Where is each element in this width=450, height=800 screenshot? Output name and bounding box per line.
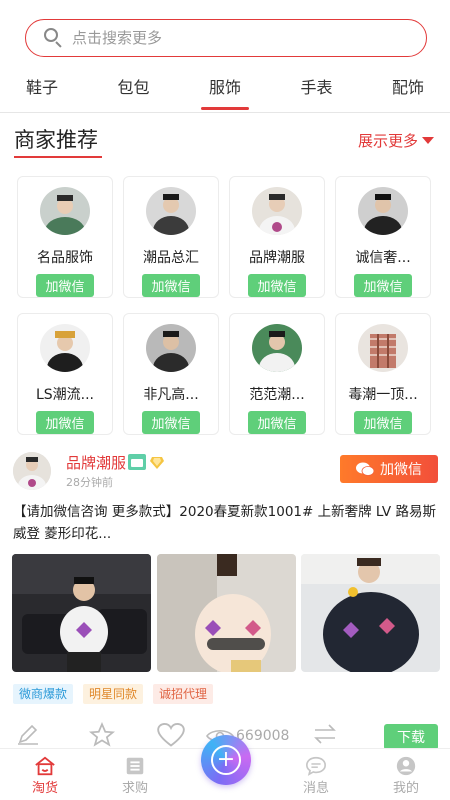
- add-wechat-button[interactable]: 加微信: [142, 411, 200, 435]
- merchant-name: 品牌潮服: [249, 249, 305, 266]
- tab-watches[interactable]: 手表: [300, 72, 332, 110]
- merchant-card[interactable]: 名品服饰 加微信: [17, 176, 113, 298]
- tab-bags[interactable]: 包包: [117, 72, 149, 110]
- search-input[interactable]: [72, 29, 392, 47]
- heart-icon[interactable]: [157, 722, 185, 748]
- avatar: [40, 187, 90, 235]
- merchant-name: 潮品总汇: [143, 249, 199, 266]
- wechat-icon: [356, 462, 374, 476]
- tag[interactable]: 微商爆款: [13, 684, 74, 704]
- share-icon[interactable]: [312, 722, 338, 746]
- nav-label: 消息: [302, 781, 329, 796]
- add-wechat-button[interactable]: 加微信: [36, 411, 94, 435]
- search-icon: [42, 26, 66, 50]
- nav-item-home[interactable]: 淘货: [15, 755, 75, 796]
- plus-icon: +: [211, 745, 241, 775]
- views-count: 669008: [236, 728, 290, 744]
- merchant-card[interactable]: 品牌潮服 加微信: [229, 176, 325, 298]
- post-time: 28分钟前: [66, 476, 113, 489]
- nav-item-messages[interactable]: 消息: [286, 755, 346, 796]
- star-icon[interactable]: [89, 722, 115, 748]
- merchant-name: 范范潮...: [249, 386, 305, 403]
- nav-label: 淘货: [31, 781, 58, 796]
- category-tabs: 鞋子 包包 服饰 手表 配饰: [0, 72, 450, 110]
- add-wechat-button[interactable]: 加微信: [142, 274, 200, 298]
- user-icon: [396, 756, 416, 776]
- merchant-name: LS潮流...: [35, 386, 95, 403]
- merchant-card[interactable]: 毒潮一顶... 加微信: [335, 313, 431, 435]
- download-button[interactable]: 下载: [384, 724, 438, 750]
- nav-label: 我的: [392, 781, 419, 796]
- message-icon: [306, 756, 326, 776]
- avatar: [252, 324, 302, 372]
- post-add-wechat-button[interactable]: 加微信: [340, 455, 438, 483]
- nav-item-request[interactable]: 求购: [105, 755, 165, 796]
- tab-shoes[interactable]: 鞋子: [26, 72, 58, 110]
- shop-badge-icon: [128, 454, 146, 470]
- avatar: [252, 187, 302, 235]
- post-text: 【请加微信咨询 更多款式】2020春夏新款1001# 上新奢牌 LV 路易斯威登…: [13, 504, 436, 542]
- tab-accessories[interactable]: 配饰: [392, 72, 424, 110]
- avatar: [146, 187, 196, 235]
- post-add-wechat-label: 加微信: [380, 462, 422, 478]
- post-shop-name[interactable]: 品牌潮服: [66, 452, 126, 473]
- merchant-card[interactable]: 诚信奢... 加微信: [335, 176, 431, 298]
- add-wechat-button[interactable]: 加微信: [354, 411, 412, 435]
- publish-button[interactable]: +: [201, 735, 251, 785]
- tag[interactable]: 诚招代理: [153, 684, 214, 704]
- avatar: [40, 324, 90, 372]
- merchant-name: 诚信奢...: [355, 249, 411, 266]
- merchant-name: 非凡高...: [143, 386, 199, 403]
- avatar: [146, 324, 196, 372]
- caret-down-icon: [422, 137, 434, 144]
- post-image[interactable]: [301, 554, 440, 672]
- home-icon: [35, 756, 55, 776]
- avatar: [358, 324, 408, 372]
- nav-label: 求购: [121, 781, 148, 796]
- nav-item-profile[interactable]: 我的: [376, 755, 436, 796]
- post-image[interactable]: [12, 554, 151, 672]
- merchant-grid: 名品服饰 加微信 潮品总汇 加微信 品牌潮服 加微信 诚信奢... 加微信 LS…: [17, 176, 435, 435]
- merchant-card[interactable]: 非凡高... 加微信: [123, 313, 219, 435]
- merchant-card[interactable]: 潮品总汇 加微信: [123, 176, 219, 298]
- show-more-label: 展示更多: [357, 132, 418, 150]
- merchant-card[interactable]: 范范潮... 加微信: [229, 313, 325, 435]
- add-wechat-button[interactable]: 加微信: [354, 274, 412, 298]
- merchant-card[interactable]: LS潮流... 加微信: [17, 313, 113, 435]
- post-images: [12, 554, 440, 672]
- add-wechat-button[interactable]: 加微信: [36, 274, 94, 298]
- edit-icon[interactable]: [16, 722, 40, 746]
- avatar: [358, 187, 408, 235]
- list-icon: [126, 757, 144, 775]
- section-title: 商家推荐: [14, 124, 102, 158]
- merchant-name: 毒潮一顶...: [348, 386, 418, 403]
- merchant-name: 名品服饰: [37, 249, 93, 266]
- add-wechat-button[interactable]: 加微信: [248, 274, 306, 298]
- tab-clothing[interactable]: 服饰: [200, 72, 250, 110]
- post-image[interactable]: [156, 554, 296, 672]
- diamond-icon: [150, 457, 164, 469]
- post-avatar[interactable]: [13, 452, 51, 490]
- search-bar[interactable]: [25, 19, 427, 57]
- show-more-button[interactable]: 展示更多: [358, 130, 434, 151]
- tag[interactable]: 明星同款: [83, 684, 144, 704]
- post-tags: 微商爆款 明星同款 诚招代理: [13, 684, 214, 704]
- divider: [0, 112, 450, 113]
- add-wechat-button[interactable]: 加微信: [248, 411, 306, 435]
